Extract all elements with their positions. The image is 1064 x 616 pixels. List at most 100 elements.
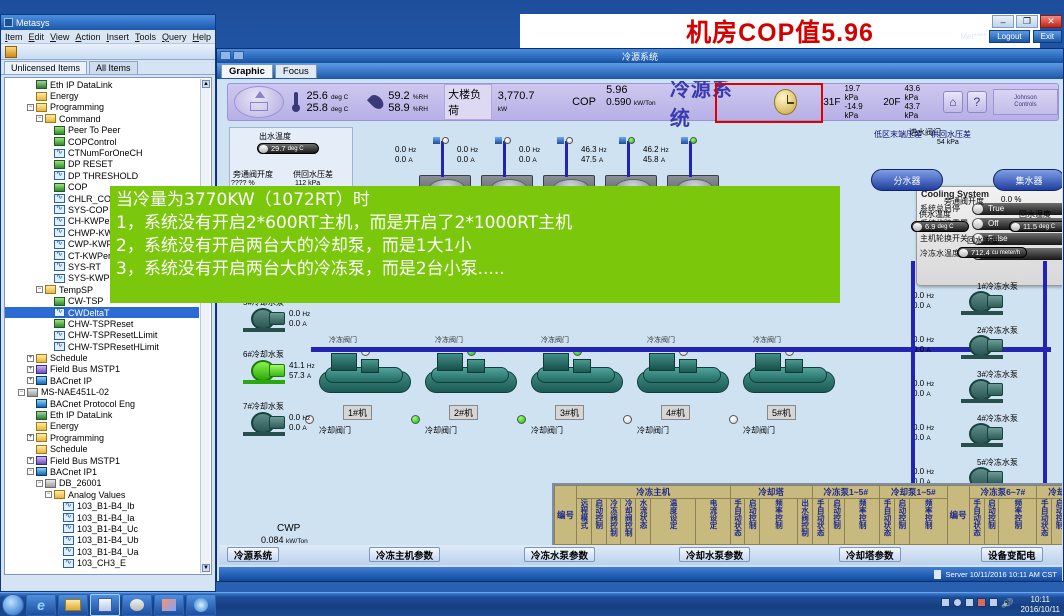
tree-item[interactable]: Eth IP DataLink xyxy=(5,79,199,90)
collapse-icon[interactable]: − xyxy=(27,468,34,476)
navigation-button-bar[interactable]: 冷源系统 冷冻主机参数 冷冻水泵参数 冷却水泵参数 冷却塔参数 设备变配电 xyxy=(219,545,1062,565)
chiller-cool-valve-state-icon[interactable] xyxy=(729,415,738,424)
logout-button[interactable]: Logout xyxy=(989,30,1030,43)
expand-icon[interactable]: + xyxy=(27,377,34,385)
tab-graphic[interactable]: Graphic xyxy=(221,64,273,78)
navigation-compass-icon[interactable] xyxy=(228,84,284,120)
window-controls[interactable]: – ❐ ✕ xyxy=(992,15,1062,28)
nav-button-0[interactable]: 冷源系统 xyxy=(227,547,280,562)
graphic-canvas[interactable]: 25.6 deg C 25.8 deg C 59.2 %RH 58.9 %RH … xyxy=(219,81,1062,547)
tree-item[interactable]: + Programming xyxy=(5,432,199,443)
menu-item-tools[interactable]: Tools xyxy=(135,32,156,42)
paint-app-icon[interactable] xyxy=(154,593,184,616)
tree-item[interactable]: + Field Bus MSTP1 xyxy=(5,364,199,375)
scada-window[interactable]: 冷源系统 Graphic Focus 25.6 deg C 25.8 deg C xyxy=(216,48,1064,582)
tree-item[interactable]: CHW-TSPReset xyxy=(5,318,199,329)
internet-explorer-icon[interactable]: e xyxy=(26,593,56,616)
tree-item[interactable]: BACnet Protocol Eng xyxy=(5,398,199,409)
menu-item-item[interactable]: Item xyxy=(5,32,23,42)
tree-item[interactable]: + Field Bus MSTP1 xyxy=(5,455,199,466)
tree-item[interactable]: − Analog Values xyxy=(5,489,199,500)
chiller-cool-valve-state-icon[interactable] xyxy=(623,415,632,424)
tree-item[interactable]: 103_B1-B4_Ib xyxy=(5,500,199,511)
expand-icon[interactable]: + xyxy=(27,434,34,442)
chiller-cool-valve-state-icon[interactable] xyxy=(411,415,420,424)
tree-item[interactable]: Eth IP DataLink xyxy=(5,409,199,420)
tree-item[interactable]: + BACnet IP xyxy=(5,375,199,386)
tree-item[interactable]: 103_B1-B4_Ua xyxy=(5,545,199,557)
tree-item[interactable]: Schedule xyxy=(5,444,199,455)
tree-item[interactable]: Peer To Peer xyxy=(5,125,199,136)
tree-item[interactable]: 103_B1-B4_Ub xyxy=(5,534,199,546)
start-orb-icon[interactable] xyxy=(2,593,24,616)
windows-taskbar[interactable]: e 🔊 10:11 2016/10/11 xyxy=(0,592,1064,616)
tower-valve-state-icon[interactable] xyxy=(628,137,635,144)
collapse-icon[interactable]: − xyxy=(36,115,43,123)
taskbar-clock[interactable]: 10:11 2016/10/11 xyxy=(1021,595,1060,615)
collapse-icon[interactable]: − xyxy=(36,479,43,487)
collapse-icon[interactable]: − xyxy=(18,388,25,396)
tower-valve-state-icon[interactable] xyxy=(504,137,511,144)
help-icon[interactable]: ? xyxy=(966,91,987,113)
menu-item-view[interactable]: View xyxy=(50,32,69,42)
metasys-tabs[interactable]: Unlicensed Items All Items xyxy=(1,60,215,75)
expand-icon[interactable]: + xyxy=(27,457,34,465)
close-button[interactable]: ✕ xyxy=(1040,15,1062,28)
expand-icon[interactable]: + xyxy=(27,365,34,373)
collapse-icon[interactable]: − xyxy=(27,103,34,111)
scroll-up-icon[interactable]: ▲ xyxy=(202,80,210,88)
navigation-tree[interactable]: Eth IP DataLink Energy − Programming − Comman… xyxy=(4,77,212,575)
metasys-toolbar[interactable] xyxy=(1,44,215,60)
tab-focus[interactable]: Focus xyxy=(274,64,317,78)
file-explorer-icon[interactable] xyxy=(58,593,88,616)
tree-item[interactable]: − BACnet IP1 xyxy=(5,466,199,477)
scada-tab-bar[interactable]: Graphic Focus xyxy=(217,63,1063,79)
scroll-down-icon[interactable]: ▼ xyxy=(202,564,210,572)
tray-icon-4[interactable] xyxy=(977,598,986,607)
menu-item-edit[interactable]: Edit xyxy=(29,32,45,42)
tree-item[interactable]: COPControl xyxy=(5,136,199,147)
tree-scrollbar[interactable]: ▲ ▼ xyxy=(200,79,210,573)
collapse-icon[interactable]: − xyxy=(36,286,43,294)
tray-icon-1[interactable] xyxy=(941,598,950,607)
tree-item[interactable]: − MS-NAE451L-02 xyxy=(5,387,199,398)
home-icon[interactable]: ⌂ xyxy=(942,91,963,113)
tree-item[interactable]: + Schedule xyxy=(5,352,199,363)
metasys-window[interactable]: Metasys Item Edit View Action Insert Tools Que… xyxy=(0,14,216,592)
tree-item[interactable]: DP THRESHOLD xyxy=(5,169,199,181)
media-app-icon[interactable] xyxy=(122,593,152,616)
tree-item[interactable]: − Command xyxy=(5,113,199,124)
tree-item[interactable]: − Programming xyxy=(5,102,199,113)
tray-icon-3[interactable] xyxy=(965,598,974,607)
tree-item[interactable]: CTNumForOneCH xyxy=(5,147,199,158)
tree-item[interactable]: CHW-TSPResetLLimit xyxy=(5,329,199,341)
metasys-tab-1[interactable]: All Items xyxy=(89,61,138,74)
tree-item[interactable]: Energy xyxy=(5,421,199,432)
metasys-menu-bar[interactable]: Item Edit View Action Insert Tools Query Help xyxy=(1,30,215,44)
nav-button-2[interactable]: 冷冻水泵参数 xyxy=(524,547,596,562)
tower-valve-state-icon[interactable] xyxy=(690,137,697,144)
clock-icon[interactable] xyxy=(773,89,798,115)
volume-icon[interactable]: 🔊 xyxy=(1001,598,1012,608)
tree-item[interactable]: 103_B1-B4_Ia xyxy=(5,511,199,523)
minimize-button[interactable]: – xyxy=(992,15,1014,28)
maximize-button[interactable]: ❐ xyxy=(1016,15,1038,28)
menu-item-help[interactable]: Help xyxy=(193,32,212,42)
nav-button-3[interactable]: 冷却水泵参数 xyxy=(679,547,751,562)
system-tray[interactable]: 🔊 xyxy=(941,598,1012,608)
session-bar[interactable]: Met**** Logout Exit xyxy=(960,30,1062,43)
menu-item-insert[interactable]: Insert xyxy=(106,32,129,42)
menu-item-query[interactable]: Query xyxy=(162,32,187,42)
tray-icon-2[interactable] xyxy=(953,598,962,607)
scada-title-buttons[interactable] xyxy=(220,51,244,60)
tree-item[interactable]: − DB_26001 xyxy=(5,478,199,489)
equipment-status-table[interactable]: 编号冷冻主机冷却塔冷冻泵1~5#冷却泵1~5#编号冷冻泵6~7#冷却泵6~7#远… xyxy=(552,483,1062,547)
tower-valve-state-icon[interactable] xyxy=(566,137,573,144)
nav-button-5[interactable]: 设备变配电 xyxy=(981,547,1043,562)
tower-valve-state-icon[interactable] xyxy=(442,137,449,144)
tree-item[interactable]: DP RESET xyxy=(5,159,199,170)
collapse-icon[interactable]: − xyxy=(45,491,52,499)
nav-button-1[interactable]: 冷冻主机参数 xyxy=(369,547,441,562)
tray-icon-5[interactable] xyxy=(989,598,998,607)
toolbar-icon[interactable] xyxy=(5,45,17,58)
